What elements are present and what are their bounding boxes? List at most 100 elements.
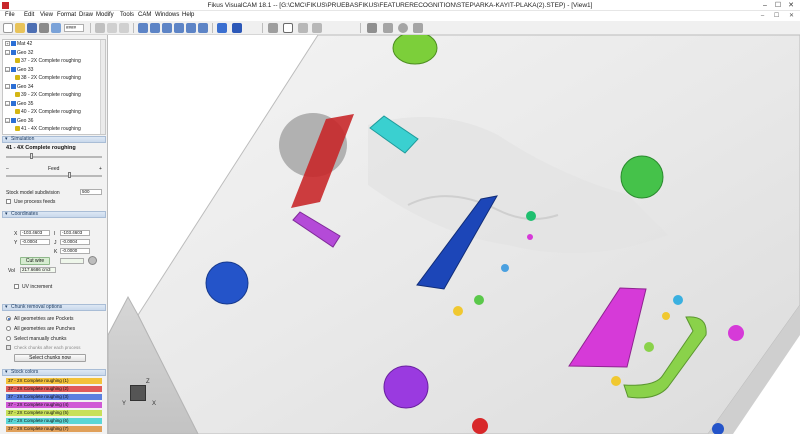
expander-icon[interactable]: – [5, 50, 10, 56]
rotate-icon[interactable] [186, 23, 196, 33]
settings-icon[interactable] [398, 23, 408, 33]
tree-scrollbar[interactable] [100, 40, 105, 134]
check-icon[interactable] [383, 23, 393, 33]
pockets-radio[interactable] [6, 316, 11, 321]
close-button[interactable]: ✕ [785, 1, 797, 10]
cut-wire-button[interactable]: Cut wire [20, 257, 50, 265]
stock-color-row[interactable]: 37 - 2X Complete roughing (5) [6, 410, 102, 416]
chunk-removal-header[interactable]: Chunk removal options [2, 304, 106, 311]
view-icon[interactable] [217, 23, 227, 33]
minimize-button[interactable]: – [759, 1, 771, 10]
tree-item[interactable]: + Mat 42 [5, 41, 32, 48]
j-field[interactable]: -0.0004 [60, 239, 90, 245]
tree-item[interactable]: 39 - 2X Complete roughing [15, 92, 81, 99]
simulation-header[interactable]: Simulation [2, 136, 106, 143]
print-icon[interactable] [39, 23, 49, 33]
coordinates-header[interactable]: Coordinates [2, 211, 106, 218]
tree-item[interactable]: 41 - 4X Complete roughing [15, 126, 81, 133]
x-field[interactable]: -103.4603 [20, 230, 50, 236]
tree-item[interactable]: – Geo 32 [5, 50, 33, 57]
geometry-icon [11, 101, 16, 107]
3d-viewport[interactable]: Y X Z [108, 35, 800, 434]
hole-small [673, 295, 683, 305]
axis-triad-cube[interactable] [130, 385, 146, 401]
menu-cam[interactable]: CAM [138, 12, 151, 18]
stock-color-row[interactable]: 37 - 2X Complete roughing (4) [6, 402, 102, 408]
subdivision-field[interactable]: 500 [80, 189, 102, 195]
menu-view[interactable]: View [40, 12, 53, 18]
preview-icon[interactable] [51, 23, 61, 33]
tree-item[interactable]: – Geo 33 [5, 67, 33, 74]
i-field[interactable]: -103.4603 [60, 230, 90, 236]
simulate-icon[interactable] [413, 23, 423, 33]
tree-item[interactable]: 37 - 2X Complete roughing [15, 58, 81, 65]
layers-icon[interactable] [232, 23, 242, 33]
uv-increment-checkbox[interactable] [14, 284, 19, 289]
y-field[interactable]: -0.0004 [20, 239, 50, 245]
menu-windows[interactable]: Windows [155, 12, 179, 18]
stock-color-row[interactable]: 37 - 2X Complete roughing (1) [6, 378, 102, 384]
speed-slider[interactable] [6, 156, 102, 158]
feed-slider[interactable] [6, 175, 102, 177]
menu-tools[interactable]: Tools [120, 12, 134, 18]
stock-colors-header[interactable]: Stock colors [2, 369, 106, 376]
menu-modify[interactable]: Modify [96, 12, 114, 18]
feed-slider-thumb[interactable] [68, 172, 71, 178]
tree-item[interactable]: – Geo 35 [5, 101, 33, 108]
select-chunks-button[interactable]: Select chunks now [14, 354, 86, 362]
new-icon[interactable] [3, 23, 13, 33]
menu-edit[interactable]: Edit [24, 12, 34, 18]
snap-icon[interactable] [298, 23, 308, 33]
undo-icon[interactable] [107, 23, 117, 33]
manual-label: Select manually chunks [14, 336, 67, 342]
tree-item[interactable]: – Geo 36 [5, 118, 33, 125]
expander-icon[interactable]: – [5, 118, 10, 124]
cut-icon[interactable] [95, 23, 105, 33]
toolbar-separator [133, 23, 134, 33]
menu-help[interactable]: Help [182, 12, 194, 18]
zoom-window-icon[interactable] [162, 23, 172, 33]
select-icon[interactable] [138, 23, 148, 33]
hole-small [611, 376, 621, 386]
speed-slider-thumb[interactable] [30, 153, 33, 159]
grid-icon[interactable] [283, 23, 293, 33]
use-process-feeds-label: Use process feeds [14, 199, 56, 205]
menu-draw[interactable]: Draw [79, 12, 93, 18]
manual-radio[interactable] [6, 336, 11, 341]
stock-color-row[interactable]: 37 - 2X Complete roughing (3) [6, 394, 102, 400]
punches-radio[interactable] [6, 326, 11, 331]
use-process-feeds-checkbox[interactable] [6, 199, 11, 204]
stock-color-row[interactable]: 37 - 2X Complete roughing (7) [6, 426, 102, 432]
menu-format[interactable]: Format [57, 12, 76, 18]
k-field[interactable]: -0.0000 [60, 248, 90, 254]
expander-icon[interactable]: – [5, 84, 10, 90]
pan-icon[interactable] [174, 23, 184, 33]
zoom-field[interactable]: #### [64, 24, 84, 32]
expander-icon[interactable]: + [5, 41, 10, 47]
menu-file[interactable]: File [5, 12, 15, 18]
tree-item[interactable]: 40 - 2X Complete roughing [15, 109, 81, 116]
save-icon[interactable] [27, 23, 37, 33]
shade-icon[interactable] [268, 23, 278, 33]
maximize-button[interactable]: ☐ [772, 1, 784, 10]
geometry-icon [11, 50, 16, 56]
fit-icon[interactable] [198, 23, 208, 33]
tree-item[interactable]: 38 - 2X Complete roughing [15, 75, 81, 82]
expander-icon[interactable]: – [5, 101, 10, 107]
i-label: I [54, 231, 56, 237]
calc-icon[interactable] [367, 23, 377, 33]
stock-color-row[interactable]: 37 - 2X Complete roughing (6) [6, 418, 102, 424]
redo-icon[interactable] [119, 23, 129, 33]
stock-color-row[interactable]: 37 - 2X Complete roughing (2) [6, 386, 102, 392]
status-field [60, 258, 84, 264]
zoom-icon[interactable] [150, 23, 160, 33]
operations-tree[interactable]: + Mat 42 – Geo 32 37 - 2X Complete roughin… [2, 39, 106, 135]
tree-item[interactable]: – Geo 34 [5, 84, 33, 91]
mdi-window-buttons[interactable]: – ☐ ✕ [761, 12, 798, 19]
check-after-checkbox[interactable] [6, 345, 11, 350]
open-icon[interactable] [15, 23, 25, 33]
probe-icon[interactable] [88, 256, 97, 265]
measure-icon[interactable] [312, 23, 322, 33]
pocket-blue-circle [205, 261, 249, 305]
expander-icon[interactable]: – [5, 67, 10, 73]
